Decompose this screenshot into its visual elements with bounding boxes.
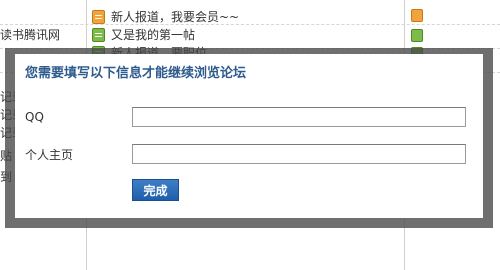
qq-label: QQ [25,110,44,124]
page: 新人报道，我要会员~~ 又是我的第一帖 新人报道，要职位 读书腾讯网 记录 记录… [0,0,500,270]
thread-icon [92,27,105,42]
thread-link[interactable]: 新人报道，我要会员~~ [92,8,239,25]
dialog-title: 您需要填写以下信息才能继续浏览论坛 [25,66,247,81]
list-row [0,0,500,25]
homepage-input[interactable] [132,144,466,164]
thread-icon [92,9,105,24]
thread-title[interactable]: 新人报道，我要会员~~ [111,8,239,25]
submit-button[interactable]: 完成 [132,179,179,201]
forum-name[interactable]: 读书腾讯网 [0,26,60,43]
thread-title[interactable]: 又是我的第一帖 [111,26,195,43]
thread-link[interactable]: 又是我的第一帖 [92,26,195,43]
qq-input[interactable] [132,107,466,127]
list-row [0,24,500,49]
thread-status-icon [411,29,423,42]
homepage-label: 个人主页 [25,148,74,162]
info-dialog: 您需要填写以下信息才能继续浏览论坛 QQ 个人主页 完成 [15,54,483,218]
thread-status-icon [411,9,423,22]
